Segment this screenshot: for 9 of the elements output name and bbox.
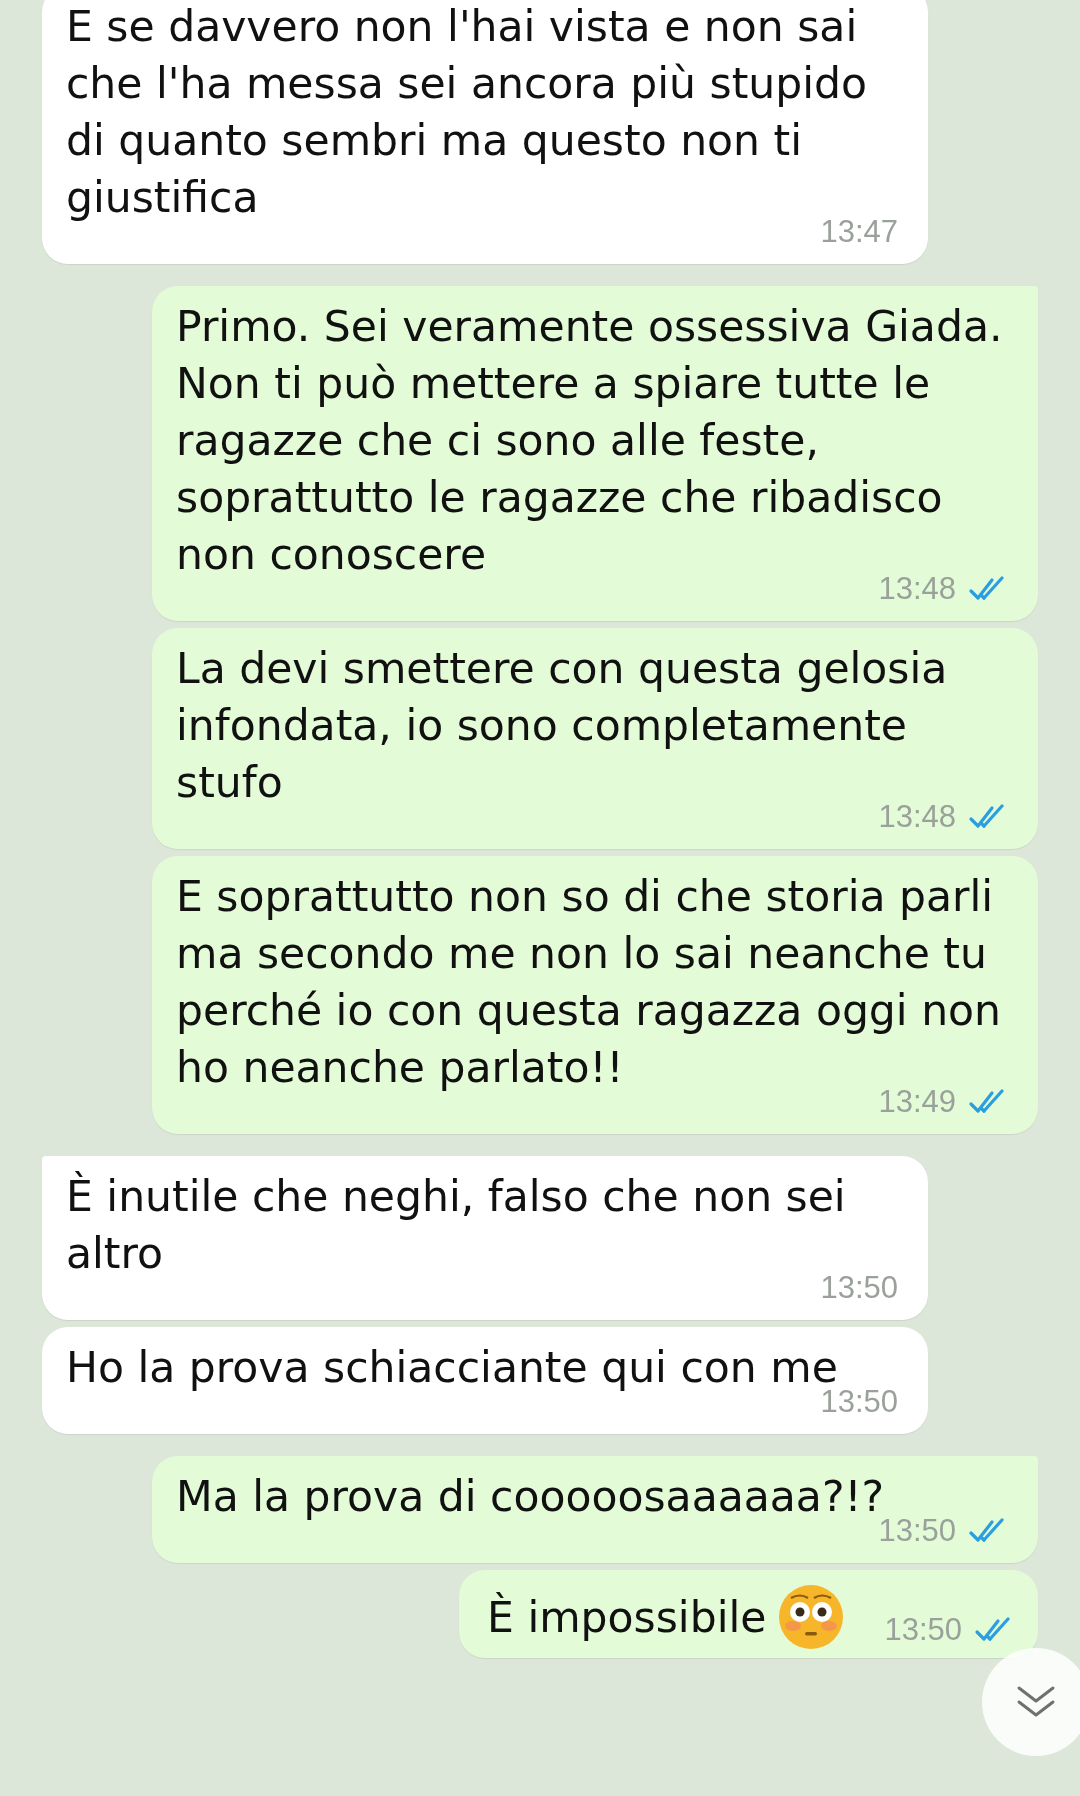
message-time: 13:48 xyxy=(878,798,956,836)
message-time: 13:50 xyxy=(820,1383,898,1421)
message-time: 13:47 xyxy=(820,213,898,251)
message-time: 13:50 xyxy=(884,1611,962,1649)
message-time: 13:48 xyxy=(878,570,956,608)
message-text: È impossibile xyxy=(487,1591,767,1644)
message-time: 13:49 xyxy=(878,1083,956,1121)
message-time: 13:50 xyxy=(820,1269,898,1307)
double-chevron-down-icon xyxy=(1016,1685,1056,1719)
